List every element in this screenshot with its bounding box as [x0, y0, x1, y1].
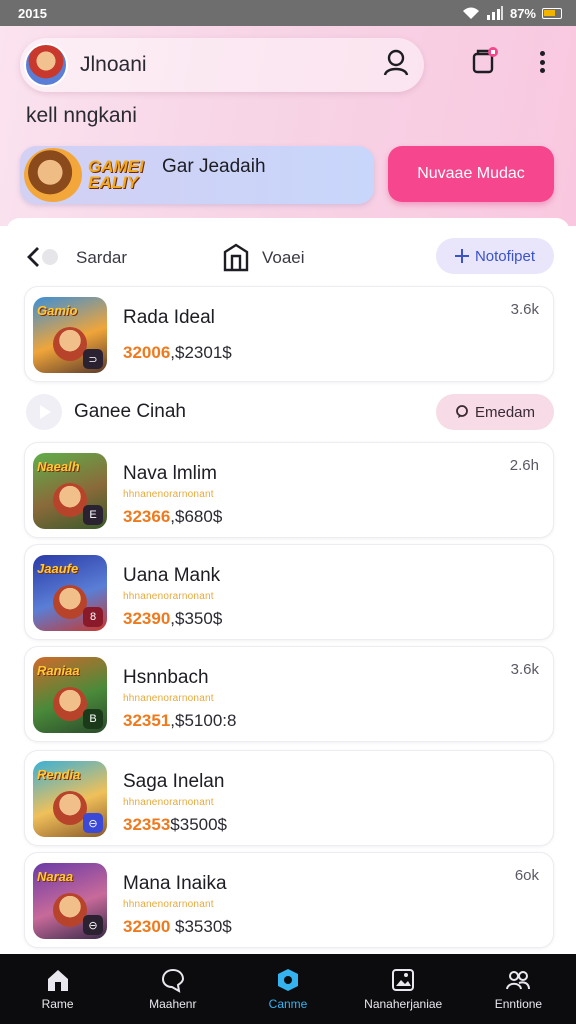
filter-row: Sardar Voaei Notofipet	[0, 236, 576, 278]
game-thumbnail: Gamio ⊃	[33, 297, 107, 373]
nav-item-game[interactable]: Canme	[230, 954, 345, 1024]
cart-icon[interactable]	[470, 46, 500, 76]
game-title: Rada Ideal	[123, 307, 215, 328]
platform-badge-icon: ⊖	[83, 813, 103, 833]
game-card[interactable]: Naealh E Nava lmlim hhnanenorarnonant 32…	[24, 442, 554, 538]
platform-badge-icon: B	[83, 709, 103, 729]
nav-item-people[interactable]: Enntione	[461, 954, 576, 1024]
featured-game-card[interactable]: Gamio ⊃ Rada Ideal 32006,$2301$ 3.6k	[24, 286, 554, 382]
play-icon[interactable]	[26, 394, 62, 430]
game-price: 32390,$350$	[123, 609, 223, 628]
banner-cta-button[interactable]: Nuvaae Mudac	[388, 146, 554, 202]
chat-bubble-icon	[456, 405, 468, 418]
status-icons: 87%	[462, 6, 562, 21]
game-count: 2.6h	[509, 457, 539, 474]
notify-chip[interactable]: Notofipet	[436, 238, 554, 274]
game-card[interactable]: Naraa ⊖ Mana Inaika hhnanenorarnonant 32…	[24, 852, 554, 948]
battery-icon	[542, 7, 562, 19]
game-price: 32351,$5100:8	[123, 711, 237, 730]
game-title: Saga Inelan	[123, 771, 225, 792]
game-price: 32300 $3530$	[123, 917, 232, 936]
game-thumbnail: Raniaa B	[33, 657, 107, 733]
banner-title: Gar Jeadaih	[162, 156, 266, 177]
game-thumbnail: Naraa ⊖	[33, 863, 107, 939]
home-icon	[47, 970, 68, 991]
profile-name: Jlnoani	[80, 53, 147, 76]
embed-chip[interactable]: Emedam	[436, 394, 554, 430]
people-icon	[506, 971, 531, 990]
game-subtitle: hhnanenorarnonant	[123, 693, 214, 704]
gallery-icon	[392, 969, 415, 991]
game-count: 3.6k	[510, 661, 539, 678]
status-bar: 2015 87%	[0, 0, 576, 26]
game-count: 3.6k	[510, 301, 539, 318]
game-subtitle: hhnanenorarnonant	[123, 797, 214, 808]
game-card[interactable]: Raniaa B Hsnnbach hhnanenorarnonant 3235…	[24, 646, 554, 742]
sparkle-icon	[454, 249, 469, 263]
status-time: 2015	[18, 5, 47, 21]
nav-item-home[interactable]: Rame	[0, 954, 115, 1024]
game-card[interactable]: Rendia ⊖ Saga Inelan hhnanenorarnonant 3…	[24, 750, 554, 846]
game-thumbnail: Rendia ⊖	[33, 761, 107, 837]
game-count: 6ok	[514, 867, 539, 884]
game-icon	[278, 969, 298, 991]
filter-voaei[interactable]: Voaei	[262, 248, 305, 268]
wifi-icon	[462, 7, 479, 19]
user-icon[interactable]	[382, 48, 410, 76]
bottom-nav: Rame Maahenr Canme Nanaherjaniae Enntion…	[0, 954, 576, 1024]
chat-icon	[161, 968, 184, 993]
game-thumbnail: Jaaufe 8	[33, 555, 107, 631]
platform-badge-icon: E	[83, 505, 103, 525]
game-title: Nava lmlim	[123, 463, 217, 484]
game-price: 32353$3500$	[123, 815, 228, 834]
banner-character-art	[24, 148, 82, 202]
section-title: Ganee Cinah	[74, 401, 186, 422]
game-title: Hsnnbach	[123, 667, 209, 688]
avatar[interactable]	[24, 43, 68, 87]
banner-logo: GAMEI EALIY	[88, 156, 144, 192]
platform-badge-icon: ⊖	[83, 915, 103, 935]
signal-icon	[486, 6, 503, 20]
battery-percent: 87%	[509, 5, 536, 21]
nav-item-gallery[interactable]: Nanaherjaniae	[346, 954, 461, 1024]
game-title: Mana Inaika	[123, 873, 227, 894]
back-icon[interactable]	[24, 242, 60, 272]
game-price: 32006,$2301$	[123, 343, 232, 362]
game-title: Uana Mank	[123, 565, 221, 586]
nav-item-messages[interactable]: Maahenr	[115, 954, 230, 1024]
platform-badge-icon: ⊃	[83, 349, 103, 369]
game-price: 32366,$680$	[123, 507, 223, 526]
filter-sardar[interactable]: Sardar	[76, 248, 127, 268]
game-subtitle: hhnanenorarnonant	[123, 591, 214, 602]
platform-badge-icon: 8	[83, 607, 103, 627]
game-subtitle: hhnanenorarnonant	[123, 899, 214, 910]
store-icon[interactable]	[222, 242, 250, 272]
more-options-icon[interactable]	[532, 48, 552, 76]
game-subtitle: hhnanenorarnonant	[123, 489, 214, 500]
section-header: Ganee Cinah Emedam	[0, 392, 576, 432]
game-thumbnail: Naealh E	[33, 453, 107, 529]
promo-banner[interactable]: GAMEI EALIY Gar Jeadaih	[20, 146, 374, 204]
game-card[interactable]: Jaaufe 8 Uana Mank hhnanenorarnonant 323…	[24, 544, 554, 640]
greeting-text: kell nngkani	[26, 104, 137, 127]
profile-pill[interactable]: Jlnoani	[20, 38, 424, 92]
